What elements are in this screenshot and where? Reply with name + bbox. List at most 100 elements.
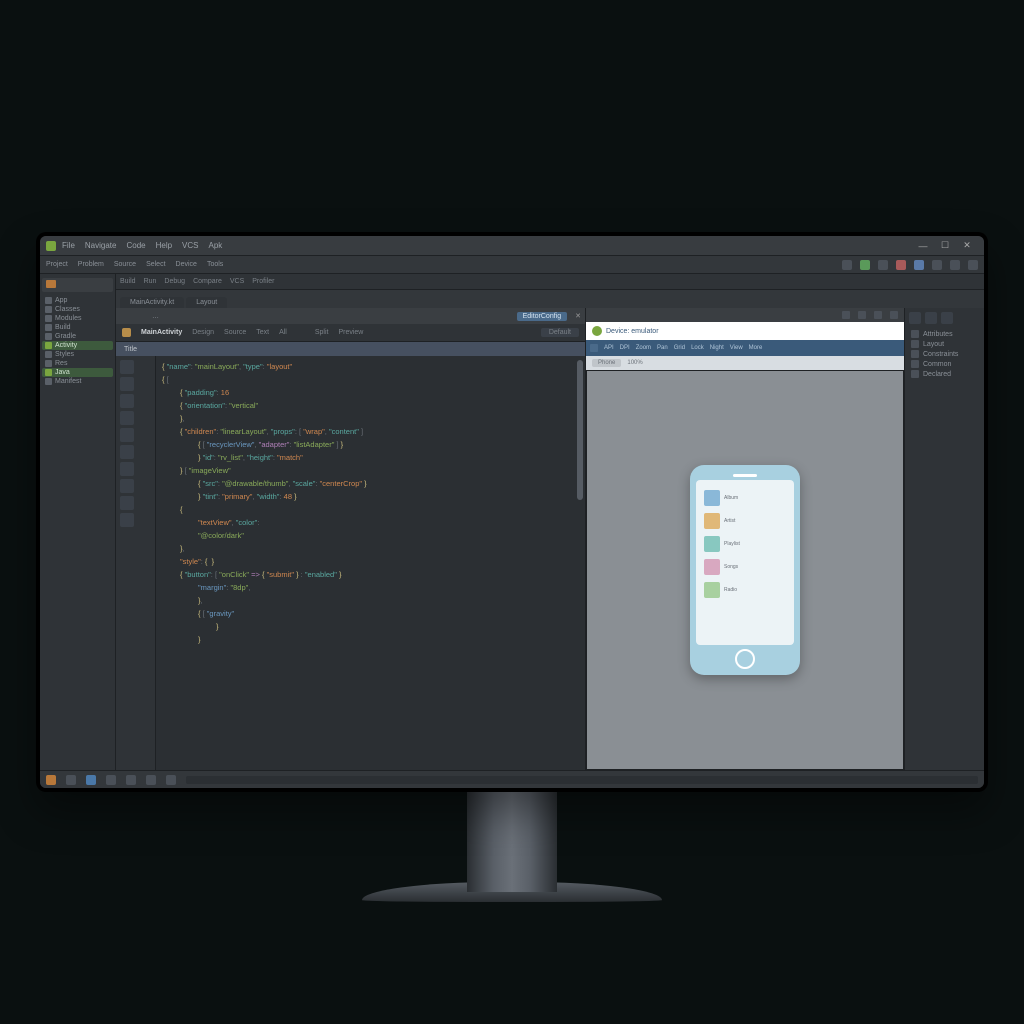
toolbar-avd-icon[interactable] <box>932 260 942 270</box>
code-line[interactable]: "style": { } <box>162 555 579 568</box>
code-line[interactable]: { "children": "linearLayout", "props": [… <box>162 425 579 438</box>
ptab-night[interactable]: Night <box>710 345 724 351</box>
menu-file[interactable]: File <box>62 241 75 250</box>
window-maximize-button[interactable]: ☐ <box>934 239 956 253</box>
sidebar-item-java[interactable]: Java <box>42 368 113 377</box>
attributes-item-layout[interactable]: Layout <box>909 339 980 349</box>
ptab-lock[interactable]: Lock <box>691 345 704 351</box>
gutter-lint-icon[interactable] <box>120 479 134 493</box>
attributes-item-declared[interactable]: Declared <box>909 369 980 379</box>
toolbar-debug-icon[interactable] <box>878 260 888 270</box>
code-line[interactable]: { <box>162 503 579 516</box>
preview-canvas[interactable]: AlbumArtistPlaylistSongsRadio <box>586 370 904 770</box>
file-tab-source[interactable]: Source <box>224 329 246 336</box>
editor-fwd-icon[interactable] <box>136 312 144 320</box>
tab-compare[interactable]: Compare <box>193 278 222 285</box>
ptab-pan[interactable]: Pan <box>657 345 668 351</box>
status-build-icon[interactable] <box>66 775 76 785</box>
editor-back-icon[interactable] <box>120 312 128 320</box>
file-tab-preview[interactable]: Preview <box>338 329 363 336</box>
preview-tool-icon[interactable] <box>590 344 598 352</box>
sidebar-item-activity[interactable]: Activity <box>42 341 113 350</box>
code-line[interactable]: } <box>162 633 579 646</box>
panel-gear-icon[interactable] <box>925 312 937 324</box>
attributes-item-constraints[interactable]: Constraints <box>909 349 980 359</box>
editor-config-dropdown[interactable]: EditorConfig <box>517 312 568 321</box>
code-line[interactable]: { "src": "@drawable/thumb", "scale": "ce… <box>162 477 579 490</box>
toolbar-tools[interactable]: Tools <box>207 261 223 268</box>
file-tab-dropdown[interactable]: Default <box>541 328 579 337</box>
code-line[interactable]: { "padding": 16 <box>162 386 579 399</box>
file-tab-split[interactable]: Split <box>315 329 329 336</box>
menu-code[interactable]: Code <box>126 241 145 250</box>
sidebar-item-modules[interactable]: Modules <box>42 314 113 323</box>
file-tab-text[interactable]: Text <box>256 329 269 336</box>
code-line[interactable]: }, <box>162 542 579 555</box>
gutter-todo-icon[interactable] <box>120 496 134 510</box>
code-line[interactable]: }, <box>162 412 579 425</box>
ptab-dpi[interactable]: DPI <box>620 345 630 351</box>
code-line[interactable]: { [ <box>162 373 579 386</box>
editor-close-button[interactable]: ✕ <box>575 312 581 320</box>
file-tab-all[interactable]: All <box>279 329 287 336</box>
sidebar-item-styles[interactable]: Styles <box>42 350 113 359</box>
ptab-more[interactable]: More <box>749 345 763 351</box>
menu-vcs[interactable]: VCS <box>182 241 198 250</box>
status-terminal-icon[interactable] <box>46 775 56 785</box>
device-type-pill[interactable]: Phone <box>592 359 621 367</box>
ptab-view[interactable]: View <box>730 345 743 351</box>
status-logcat-icon[interactable] <box>86 775 96 785</box>
preview-dock-icon[interactable] <box>890 311 898 319</box>
gutter-collapse-icon[interactable] <box>120 360 134 374</box>
code-line[interactable]: { "button": [ "onClick" => { "submit" } … <box>162 568 579 581</box>
code-line[interactable]: } [ "imageView" <box>162 464 579 477</box>
toolbar-source[interactable]: Source <box>114 261 136 268</box>
toolbar-sync-icon[interactable] <box>914 260 924 270</box>
sidebar-item-manifest[interactable]: Manifest <box>42 377 113 386</box>
attributes-item-attributes[interactable]: Attributes <box>909 329 980 339</box>
tab-build[interactable]: Build <box>120 278 136 285</box>
file-tab-design[interactable]: Design <box>192 329 214 336</box>
toolbar-device[interactable]: Device <box>176 261 197 268</box>
code-line[interactable]: { [ "gravity" <box>162 607 579 620</box>
gutter-vcs-icon[interactable] <box>120 513 134 527</box>
toolbar-select[interactable]: Select <box>146 261 165 268</box>
window-close-button[interactable]: ✕ <box>956 239 978 253</box>
navtab-main[interactable]: MainActivity.kt <box>120 297 184 308</box>
code-line[interactable]: } "tint": "primary", "width": 48 } <box>162 490 579 503</box>
ptab-zoom[interactable]: Zoom <box>636 345 651 351</box>
gutter-struct-icon[interactable] <box>120 411 134 425</box>
gutter-fold-icon[interactable] <box>120 445 134 459</box>
status-problems-icon[interactable] <box>126 775 136 785</box>
status-scrollbar[interactable] <box>186 776 978 784</box>
sidebar-item-build[interactable]: Build <box>42 323 113 332</box>
toolbar-search-icon[interactable] <box>968 260 978 270</box>
sidebar-item-gradle[interactable]: Gradle <box>42 332 113 341</box>
tab-vcs[interactable]: VCS <box>230 278 244 285</box>
menu-help[interactable]: Help <box>156 241 172 250</box>
toolbar-stop-icon[interactable] <box>896 260 906 270</box>
status-event-icon[interactable] <box>166 775 176 785</box>
status-git-icon[interactable] <box>146 775 156 785</box>
code-line[interactable]: "margin": "8dp", <box>162 581 579 594</box>
toolbar-run-icon[interactable] <box>860 260 870 270</box>
preview-refresh-icon[interactable] <box>842 311 850 319</box>
sidebar-item-res[interactable]: Res <box>42 359 113 368</box>
status-todo-icon[interactable] <box>106 775 116 785</box>
preview-zoom-icon[interactable] <box>874 311 882 319</box>
gutter-nav-icon[interactable] <box>120 428 134 442</box>
code-line[interactable]: { [ "recyclerView", "adapter": "listAdap… <box>162 438 579 451</box>
window-minimize-button[interactable]: — <box>912 239 934 253</box>
panel-toggle-icon[interactable] <box>909 312 921 324</box>
code-line[interactable]: "@color/dark" <box>162 529 579 542</box>
gutter-bookmark-icon[interactable] <box>120 377 134 391</box>
sidebar-item-classes[interactable]: Classes <box>42 305 113 314</box>
tabstrip-pin-icon[interactable] <box>956 278 964 286</box>
tab-debug[interactable]: Debug <box>164 278 185 285</box>
preview-settings-icon[interactable] <box>858 311 866 319</box>
ptab-grid[interactable]: Grid <box>674 345 685 351</box>
editor-scrollbar[interactable] <box>577 360 583 500</box>
code-line[interactable]: "textView", "color": <box>162 516 579 529</box>
toolbar-problem[interactable]: Problem <box>78 261 104 268</box>
tab-run[interactable]: Run <box>144 278 157 285</box>
